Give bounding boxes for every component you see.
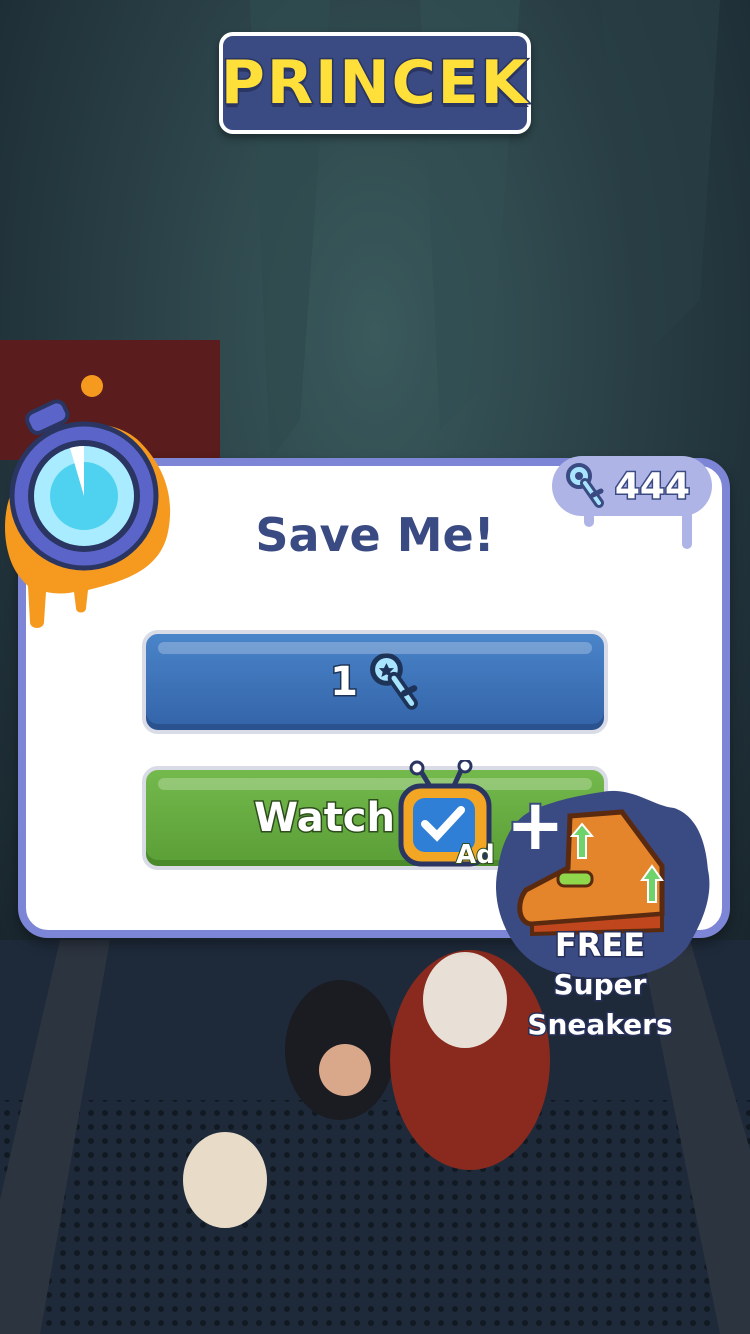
- key-icon: [369, 653, 418, 710]
- super-label: Super: [552, 967, 648, 1003]
- key-cost-label: 1: [329, 658, 360, 707]
- button-shine: [158, 642, 592, 654]
- revive-with-key-button[interactable]: 1: [142, 630, 608, 734]
- stopwatch-timer-icon: [5, 375, 171, 628]
- free-label: FREE: [553, 925, 646, 966]
- plus-sign: +: [504, 784, 567, 866]
- key-icon: [565, 463, 604, 508]
- player-name-tag: PRINCEK: [219, 32, 531, 134]
- key-balance: 444: [552, 456, 712, 516]
- sneakers-label: Sneakers: [526, 1007, 674, 1043]
- watch-label: Watch: [253, 794, 397, 843]
- key-count: 444: [613, 464, 691, 508]
- ad-tag: Ad: [455, 839, 496, 871]
- player-name: PRINCEK: [219, 47, 530, 120]
